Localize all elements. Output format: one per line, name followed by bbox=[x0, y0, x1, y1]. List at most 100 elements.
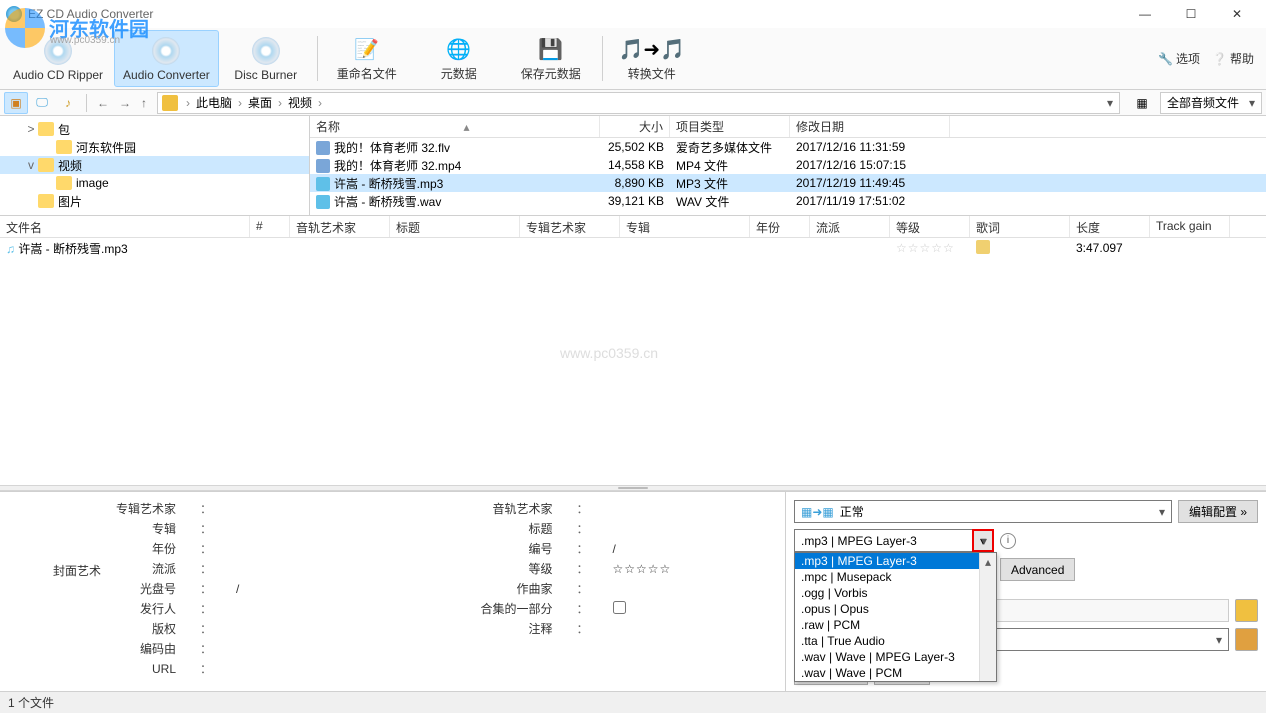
qcol-filename[interactable]: 文件名 bbox=[0, 216, 250, 237]
qcol-lyrics[interactable]: 歌词 bbox=[970, 216, 1070, 237]
breadcrumb-bar[interactable]: › 此电脑 › 桌面 › 视频 › ▾ bbox=[157, 92, 1120, 114]
expander-icon[interactable]: v bbox=[24, 158, 38, 172]
format-option[interactable]: .opus | Opus bbox=[795, 601, 996, 617]
output-format-dropdown[interactable]: .mp3 | MPEG Layer-3 ▾ bbox=[794, 529, 994, 552]
col-date[interactable]: 修改日期 bbox=[790, 116, 950, 137]
format-dropdown-list[interactable]: ▴ .mp3 | MPEG Layer-3.mpc | Musepack.ogg… bbox=[794, 552, 997, 682]
qcol-genre[interactable]: 流派 bbox=[810, 216, 890, 237]
breadcrumb-item[interactable]: 视频 bbox=[286, 94, 314, 111]
qcol-album[interactable]: 专辑 bbox=[620, 216, 750, 237]
col-size[interactable]: 大小 bbox=[600, 116, 670, 137]
nav-back-button[interactable]: ← bbox=[93, 96, 113, 110]
metadata-panel: 封面艺术 专辑艺术家： 音轨艺术家： 专辑： 标题： 年份： 编号：/ 流派： … bbox=[0, 492, 786, 691]
file-list[interactable]: 名称▴ 大小 项目类型 修改日期 我的！体育老师 32.flv 25,502 K… bbox=[310, 116, 1266, 215]
folder-tree[interactable]: >包河东软件园v视频image图片 bbox=[0, 116, 310, 215]
rename-files-button[interactable]: 📝 重命名文件 bbox=[322, 30, 412, 87]
edit-config-button[interactable]: 编辑配置 » bbox=[1178, 500, 1258, 523]
center-watermark: www.pc0359.cn bbox=[560, 345, 658, 361]
window-title: EZ CD Audio Converter bbox=[28, 7, 153, 21]
qcol-trackgain[interactable]: Track gain bbox=[1150, 216, 1230, 237]
rating-stars[interactable]: ☆☆☆☆☆ bbox=[890, 241, 970, 255]
tree-item[interactable]: 图片 bbox=[0, 192, 309, 210]
help-link[interactable]: ❔帮助 bbox=[1212, 50, 1254, 67]
format-option[interactable]: .tta | True Audio bbox=[795, 633, 996, 649]
disc-burner-button[interactable]: Disc Burner bbox=[221, 30, 311, 87]
compilation-checkbox[interactable] bbox=[613, 601, 626, 614]
format-option[interactable]: .mp3 | MPEG Layer-3 bbox=[795, 553, 996, 569]
lbl-publisher: 发行人 bbox=[16, 600, 176, 617]
advanced-button[interactable]: Advanced bbox=[1000, 558, 1075, 581]
tree-item[interactable]: >包 bbox=[0, 120, 309, 138]
title-bar: EZ CD Audio Converter — ☐ ✕ bbox=[0, 0, 1266, 28]
format-option[interactable]: .ogg | Vorbis bbox=[795, 585, 996, 601]
audio-converter-button[interactable]: Audio Converter bbox=[114, 30, 219, 87]
expander-icon[interactable]: > bbox=[24, 122, 38, 136]
col-type[interactable]: 项目类型 bbox=[670, 116, 790, 137]
breadcrumb-dropdown-icon[interactable]: ▾ bbox=[1105, 96, 1115, 110]
tree-item[interactable]: image bbox=[0, 174, 309, 192]
qcol-album-artist[interactable]: 专辑艺术家 bbox=[520, 216, 620, 237]
bottom-panel: 封面艺术 专辑艺术家： 音轨艺术家： 专辑： 标题： 年份： 编号：/ 流派： … bbox=[0, 491, 1266, 691]
file-row[interactable]: 许嵩 - 断桥残雪.wav 39,121 KB WAV 文件 2017/11/1… bbox=[310, 192, 1266, 210]
format-option[interactable]: .wav | Wave | PCM bbox=[795, 665, 996, 681]
status-bar: 1 个文件 bbox=[0, 691, 1266, 713]
view-music-button[interactable]: ♪ bbox=[56, 92, 80, 114]
view-computer-button[interactable]: 🖵 bbox=[30, 92, 54, 114]
edit-template-button[interactable] bbox=[1235, 628, 1258, 651]
qcol-year[interactable]: 年份 bbox=[750, 216, 810, 237]
scroll-up-icon[interactable]: ▴ bbox=[980, 553, 996, 570]
lbl-compilation: 合集的一部分 bbox=[393, 600, 553, 617]
view-browser-button[interactable]: ▣ bbox=[4, 92, 28, 114]
file-row[interactable]: 我的！体育老师 32.mp4 14,558 KB MP4 文件 2017/12/… bbox=[310, 156, 1266, 174]
chevron-down-icon[interactable]: ▾ bbox=[972, 529, 994, 552]
close-button[interactable]: ✕ bbox=[1214, 0, 1260, 28]
col-name[interactable]: 名称▴ bbox=[310, 116, 600, 137]
maximize-button[interactable]: ☐ bbox=[1168, 0, 1214, 28]
format-option[interactable]: .wav | Wave | MPEG Layer-3 bbox=[795, 649, 996, 665]
queue-row[interactable]: ♫ 许嵩 - 断桥残雪.mp3 ☆☆☆☆☆ 3:47.097 bbox=[0, 238, 1266, 258]
save-metadata-icon: 💾 bbox=[535, 35, 567, 63]
save-metadata-button[interactable]: 💾 保存元数据 bbox=[506, 30, 596, 87]
conversion-queue[interactable]: ♫ 许嵩 - 断桥残雪.mp3 ☆☆☆☆☆ 3:47.097 www.pc035… bbox=[0, 238, 1266, 485]
options-link[interactable]: 🔧选项 bbox=[1158, 50, 1200, 67]
breadcrumb-item[interactable]: 桌面 bbox=[246, 94, 274, 111]
convert-icon: 🎵➜🎵 bbox=[636, 35, 668, 63]
lbl-album-artist: 专辑艺术家 bbox=[16, 500, 176, 517]
file-filter-dropdown[interactable]: 全部音频文件 bbox=[1160, 92, 1262, 114]
convert-files-button[interactable]: 🎵➜🎵 转换文件 bbox=[607, 30, 697, 87]
app-icon bbox=[6, 6, 22, 22]
tree-item[interactable]: v 视频 bbox=[0, 156, 309, 174]
file-row[interactable]: 我的！体育老师 32.flv 25,502 KB 爱奇艺多媒体文件 2017/1… bbox=[310, 138, 1266, 156]
minimize-button[interactable]: — bbox=[1122, 0, 1168, 28]
file-browser: >包河东软件园v视频image图片 名称▴ 大小 项目类型 修改日期 我的！体育… bbox=[0, 116, 1266, 216]
audio-cd-ripper-button[interactable]: Audio CD Ripper bbox=[4, 30, 112, 87]
lbl-composer: 作曲家 bbox=[393, 580, 553, 597]
tree-label: 视频 bbox=[58, 157, 82, 174]
format-option[interactable]: .raw | PCM bbox=[795, 617, 996, 633]
audio-file-icon: ♫ bbox=[6, 242, 15, 256]
qcol-rating[interactable]: 等级 bbox=[890, 216, 970, 237]
info-icon[interactable]: i bbox=[1000, 533, 1016, 549]
qcol-num[interactable]: # bbox=[250, 216, 290, 237]
tree-item[interactable]: 河东软件园 bbox=[0, 138, 309, 156]
tree-label: 图片 bbox=[58, 193, 82, 210]
nav-forward-button[interactable]: → bbox=[115, 96, 135, 110]
format-option[interactable]: .mpc | Musepack bbox=[795, 569, 996, 585]
qcol-artist[interactable]: 音轨艺术家 bbox=[290, 216, 390, 237]
breadcrumb-item[interactable]: 此电脑 bbox=[194, 94, 234, 111]
browse-folder-button[interactable] bbox=[1235, 599, 1258, 622]
metadata-button[interactable]: 🌐 元数据 bbox=[414, 30, 504, 87]
view-mode-button[interactable]: ▦ bbox=[1126, 92, 1158, 114]
file-row[interactable]: 许嵩 - 断桥残雪.mp3 8,890 KB MP3 文件 2017/12/19… bbox=[310, 174, 1266, 192]
nav-up-button[interactable]: ↑ bbox=[137, 96, 151, 110]
dropdown-scrollbar[interactable]: ▴ bbox=[979, 553, 996, 681]
tree-label: 包 bbox=[58, 121, 70, 138]
metadata-icon: 🌐 bbox=[443, 35, 475, 63]
qcol-length[interactable]: 长度 bbox=[1070, 216, 1150, 237]
folder-icon bbox=[56, 140, 72, 154]
output-mode-dropdown[interactable]: ▦➜▦ 正常 bbox=[794, 500, 1172, 523]
cover-art-area[interactable]: 封面艺术 bbox=[12, 562, 142, 579]
qcol-title[interactable]: 标题 bbox=[390, 216, 520, 237]
lyrics-icon[interactable] bbox=[976, 240, 990, 254]
rating-stars-meta[interactable]: ☆☆☆☆☆ bbox=[613, 562, 770, 576]
